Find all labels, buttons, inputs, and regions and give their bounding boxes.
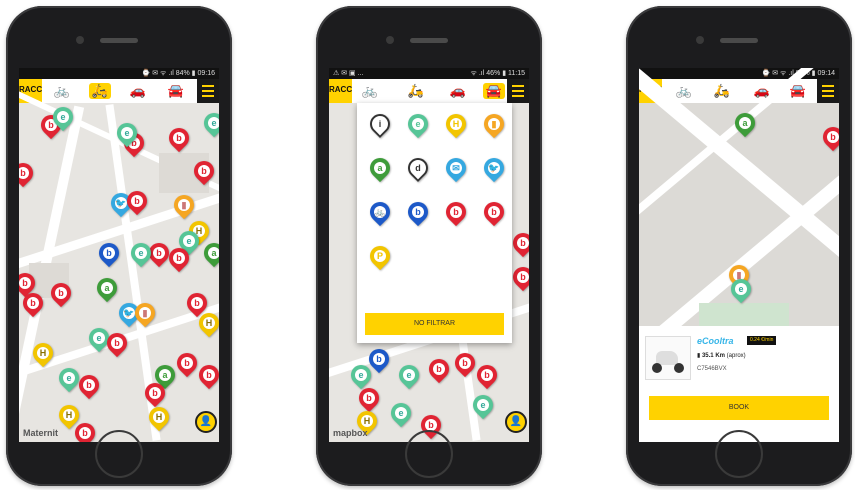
menu-button[interactable] bbox=[507, 79, 529, 103]
tab-bike[interactable]: 🚲 bbox=[673, 83, 695, 99]
battery-range: ▮ 35.1 Km (aprox) bbox=[697, 353, 746, 359]
vehicle-card: eCooltra 0.24 €/min ▮ 35.1 Km (aprox) C7… bbox=[639, 326, 839, 442]
filter-option-icon[interactable]: a bbox=[365, 153, 395, 185]
home-button[interactable] bbox=[405, 430, 453, 478]
filter-panel: i e H ▮ a d ✉ 🐦 🚲 b b b P NO FILTRAR bbox=[357, 103, 512, 343]
filter-option-icon[interactable]: b bbox=[479, 197, 509, 229]
front-camera bbox=[696, 36, 704, 44]
bicing-pin[interactable]: b bbox=[19, 158, 38, 188]
map-view[interactable]: b e b e b e b b 🐦 b ▮ H e b e b a b a b … bbox=[19, 88, 219, 442]
bicing-pin[interactable]: b bbox=[164, 123, 194, 153]
screen-filter: ⚠ ✉ ▣ ... ᯤ .ıl 46% ▮ 11:15 RACC 🚲 🛵 🚗 🚘… bbox=[329, 68, 529, 442]
tab-scooter[interactable]: 🛵 bbox=[89, 83, 111, 99]
avancar-pin[interactable]: a bbox=[199, 238, 219, 268]
bicing-pin[interactable]: b bbox=[194, 360, 219, 390]
menu-button[interactable] bbox=[197, 79, 219, 103]
filter-option-icon[interactable]: H bbox=[441, 109, 471, 141]
phone-2: ⚠ ✉ ▣ ... ᯤ .ıl 46% ▮ 11:15 RACC 🚲 🛵 🚗 🚘… bbox=[316, 6, 542, 486]
filter-option-icon[interactable]: b bbox=[441, 197, 471, 229]
book-button[interactable]: BOOK bbox=[649, 396, 829, 420]
home-button[interactable] bbox=[95, 430, 143, 478]
tab-scooter[interactable]: 🛵 bbox=[405, 83, 427, 99]
filter-option-icon[interactable]: e bbox=[403, 109, 433, 141]
status-right: ᯤ .ıl 46% ▮ 11:15 bbox=[470, 70, 525, 77]
status-bar: ⚠ ✉ ▣ ... ᯤ .ıl 46% ▮ 11:15 bbox=[329, 68, 529, 79]
front-camera bbox=[76, 36, 84, 44]
speaker bbox=[720, 38, 758, 43]
filter-option-icon[interactable]: ▮ bbox=[479, 109, 509, 141]
filter-option-icon[interactable]: b bbox=[403, 197, 433, 229]
screen-map-all: ⌚ ✉ ᯤ .ıl 84% ▮ 09:16 RACC 🚲 🛵 🚗 🚘 b e b… bbox=[19, 68, 219, 442]
filter-option-icon[interactable]: P bbox=[365, 241, 395, 273]
screen-vehicle-detail: ⌚ ✉ ᯤ .ıl 84% ▮ 09:14 RACC 🚲 🛵 🚗 🚘 a b ▮… bbox=[639, 68, 839, 442]
filter-option-icon[interactable]: d bbox=[403, 153, 433, 185]
menu-button[interactable] bbox=[817, 79, 839, 103]
ecooltra-pin[interactable]: e bbox=[199, 108, 219, 138]
bicing-pin[interactable]: b bbox=[450, 348, 480, 378]
top-bar: RACC 🚲 🛵 🚗 🚘 bbox=[19, 79, 219, 103]
bicing-pin[interactable]: b bbox=[424, 354, 454, 384]
tab-car[interactable]: 🚗 bbox=[447, 83, 469, 99]
tab-bike[interactable]: 🚲 bbox=[359, 83, 381, 99]
filter-option-icon[interactable]: 🚲 bbox=[365, 197, 395, 229]
bicing-pin[interactable]: b bbox=[172, 348, 202, 378]
filter-option-icon[interactable]: i bbox=[365, 109, 395, 141]
ecooltra-pin[interactable]: e bbox=[394, 360, 424, 390]
filter-option-icon[interactable]: 🐦 bbox=[479, 153, 509, 185]
status-bar: ⌚ ✉ ᯤ .ıl 84% ▮ 09:16 bbox=[19, 68, 219, 79]
front-camera bbox=[386, 36, 394, 44]
home-button[interactable] bbox=[715, 430, 763, 478]
tab-scooter[interactable]: 🛵 bbox=[711, 83, 733, 99]
top-bar: RACC 🚲 🛵 🚗 🚘 bbox=[329, 79, 529, 103]
tab-carsharing[interactable]: 🚘 bbox=[483, 83, 505, 99]
filter-option-icon[interactable]: ✉ bbox=[441, 153, 471, 185]
user-location-button[interactable]: 👤 bbox=[505, 411, 527, 433]
racc-logo[interactable]: RACC bbox=[329, 79, 352, 103]
ecooltra-pin[interactable]: e bbox=[386, 398, 416, 428]
tab-bike[interactable]: 🚲 bbox=[51, 83, 73, 99]
phone-1: ⌚ ✉ ᯤ .ıl 84% ▮ 09:16 RACC 🚲 🛵 🚗 🚘 b e b… bbox=[6, 6, 232, 486]
mapbox-logo: mapbox bbox=[333, 428, 368, 438]
tab-car[interactable]: 🚗 bbox=[127, 83, 149, 99]
user-location-button[interactable]: 👤 bbox=[195, 411, 217, 433]
operator-logo: eCooltra bbox=[697, 336, 734, 346]
status-left: ⚠ ✉ ▣ ... bbox=[333, 70, 364, 77]
price-badge: 0.24 €/min bbox=[747, 336, 777, 345]
avancar-pin[interactable]: a bbox=[92, 273, 122, 303]
phone-3: ⌚ ✉ ᯤ .ıl 84% ▮ 09:14 RACC 🚲 🛵 🚗 🚘 a b ▮… bbox=[626, 6, 852, 486]
map-attribution: Maternit bbox=[23, 428, 59, 438]
tab-carsharing[interactable]: 🚘 bbox=[165, 83, 187, 99]
speaker bbox=[410, 38, 448, 43]
bicing-pin[interactable]: b bbox=[818, 122, 839, 152]
status-right: ⌚ ✉ ᯤ .ıl 84% ▮ 09:16 bbox=[141, 70, 215, 77]
plate-number: C7546BVX bbox=[697, 366, 727, 372]
speaker bbox=[100, 38, 138, 43]
blue-bike-pin[interactable]: b bbox=[94, 238, 124, 268]
no-filter-button[interactable]: NO FILTRAR bbox=[365, 313, 504, 335]
bicing-pin[interactable]: b bbox=[472, 360, 502, 390]
scooter-image bbox=[645, 336, 691, 380]
